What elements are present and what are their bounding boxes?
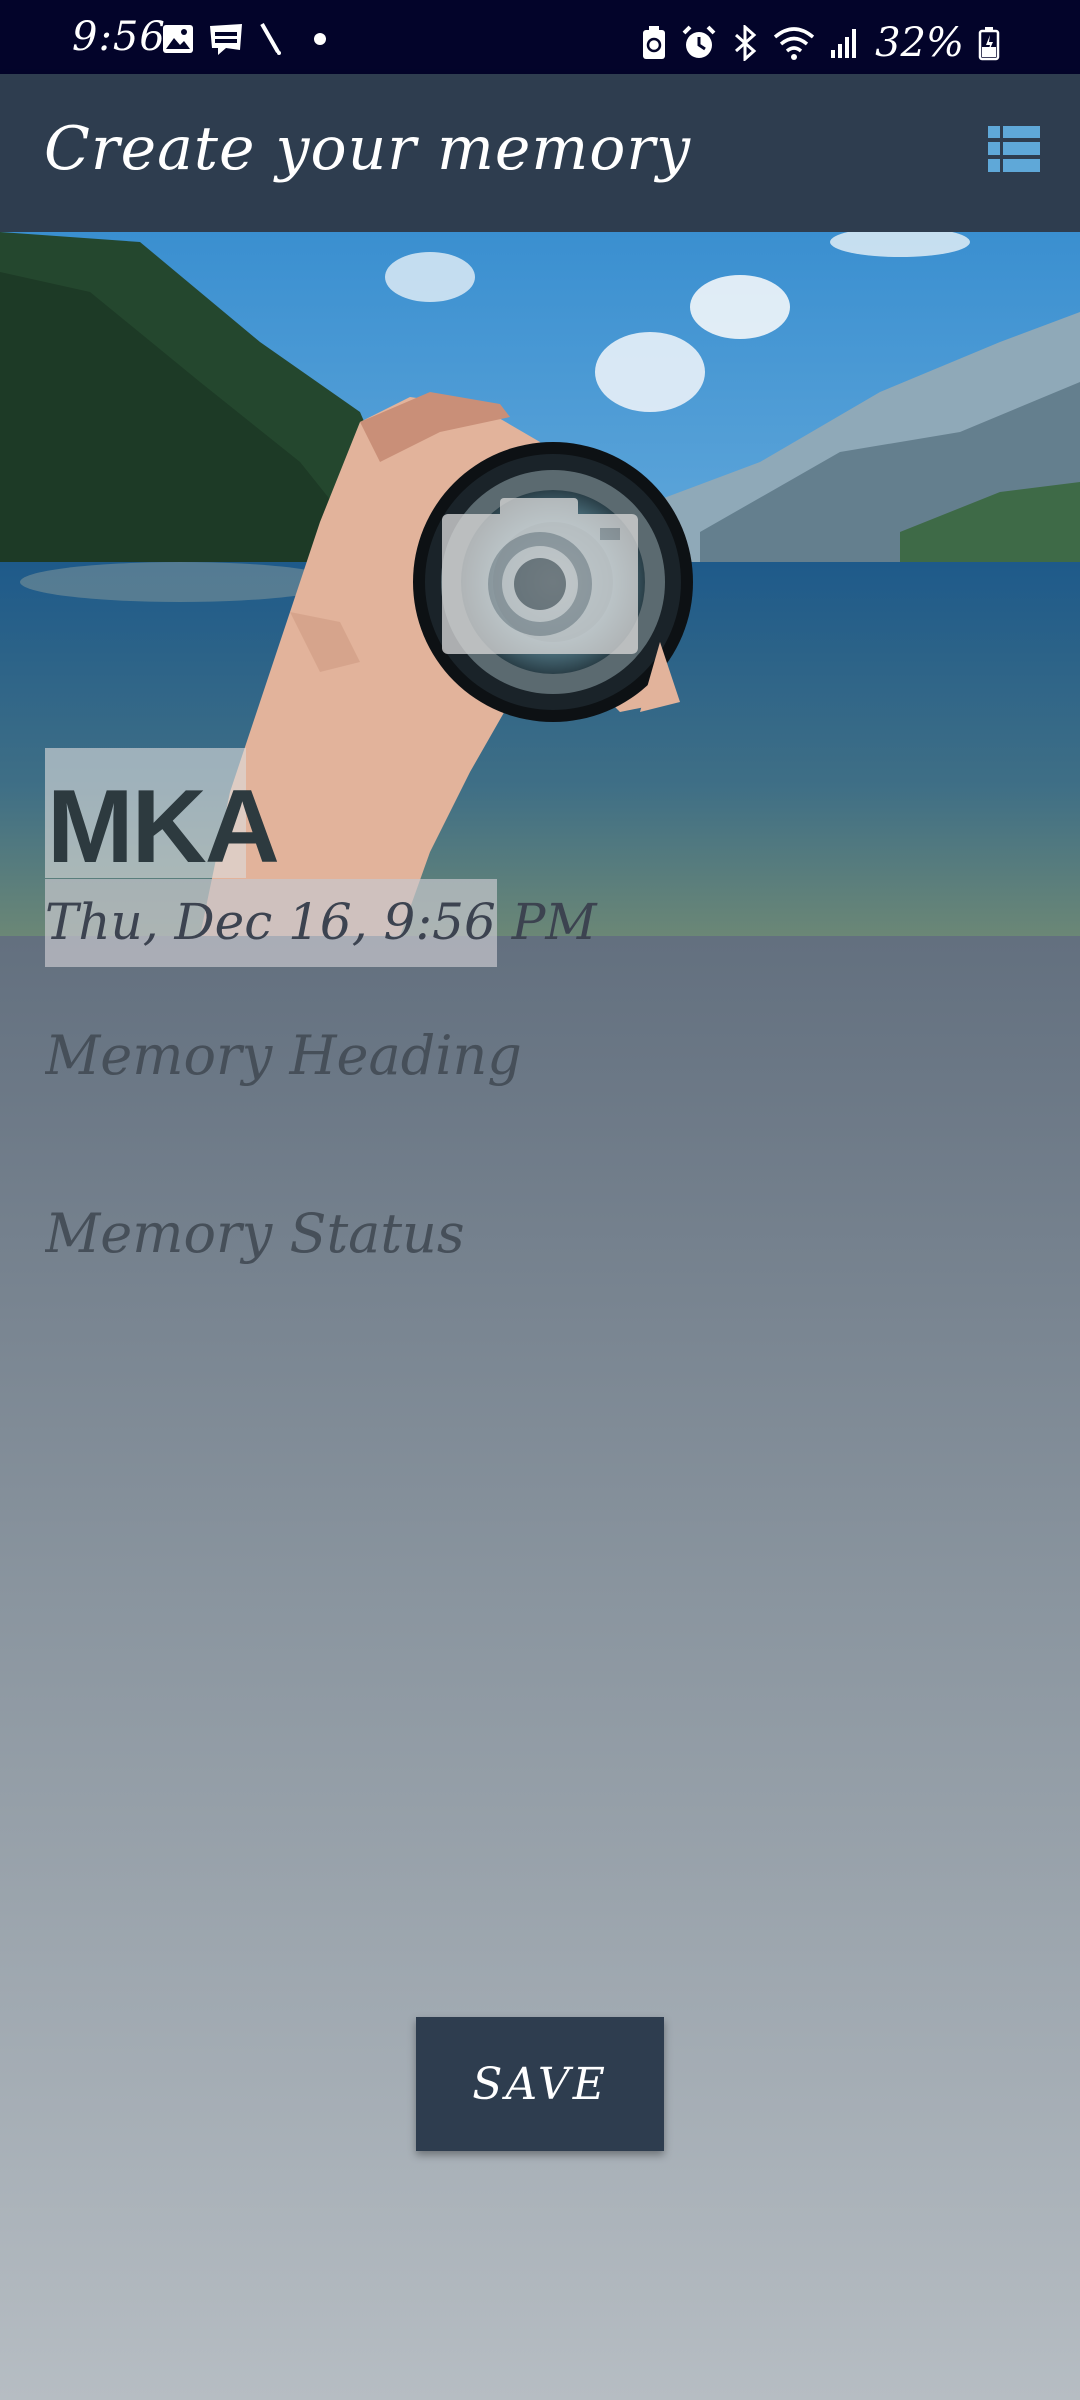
save-button[interactable]: SAVE [416,2017,664,2151]
list-memories-button[interactable] [988,126,1040,172]
image-icon [163,25,193,53]
notification-icons [162,22,328,56]
author-initials: MKA [47,769,280,885]
memory-date: Thu, Dec 16, 9:56 PM [45,893,597,951]
wifi-icon [773,27,815,60]
list-icon [988,126,1040,172]
webtoon-icon [210,24,242,55]
system-icons: 32% [641,20,1000,66]
pen-icon [260,23,281,55]
date-tag[interactable]: Thu, Dec 16, 9:56 PM [45,879,597,967]
alarm-icon [682,25,716,58]
memory-heading-input[interactable] [45,1010,1025,1100]
status-time: 9:56 [72,14,166,60]
status-bar: 9:56 32% [0,0,1080,74]
camera-icon [442,498,638,654]
signal-icon [831,29,857,58]
battery-percent: 32% [875,20,964,66]
bluetooth-icon [735,25,757,61]
dot-icon [314,33,326,45]
page-title: Create your memory [44,114,691,184]
author-tag: MKA [45,748,280,885]
app-bar: Create your memory [0,74,1080,232]
battery-saver-icon [643,26,666,59]
battery-icon [978,27,1000,61]
memory-status-input[interactable] [45,1188,1025,1278]
